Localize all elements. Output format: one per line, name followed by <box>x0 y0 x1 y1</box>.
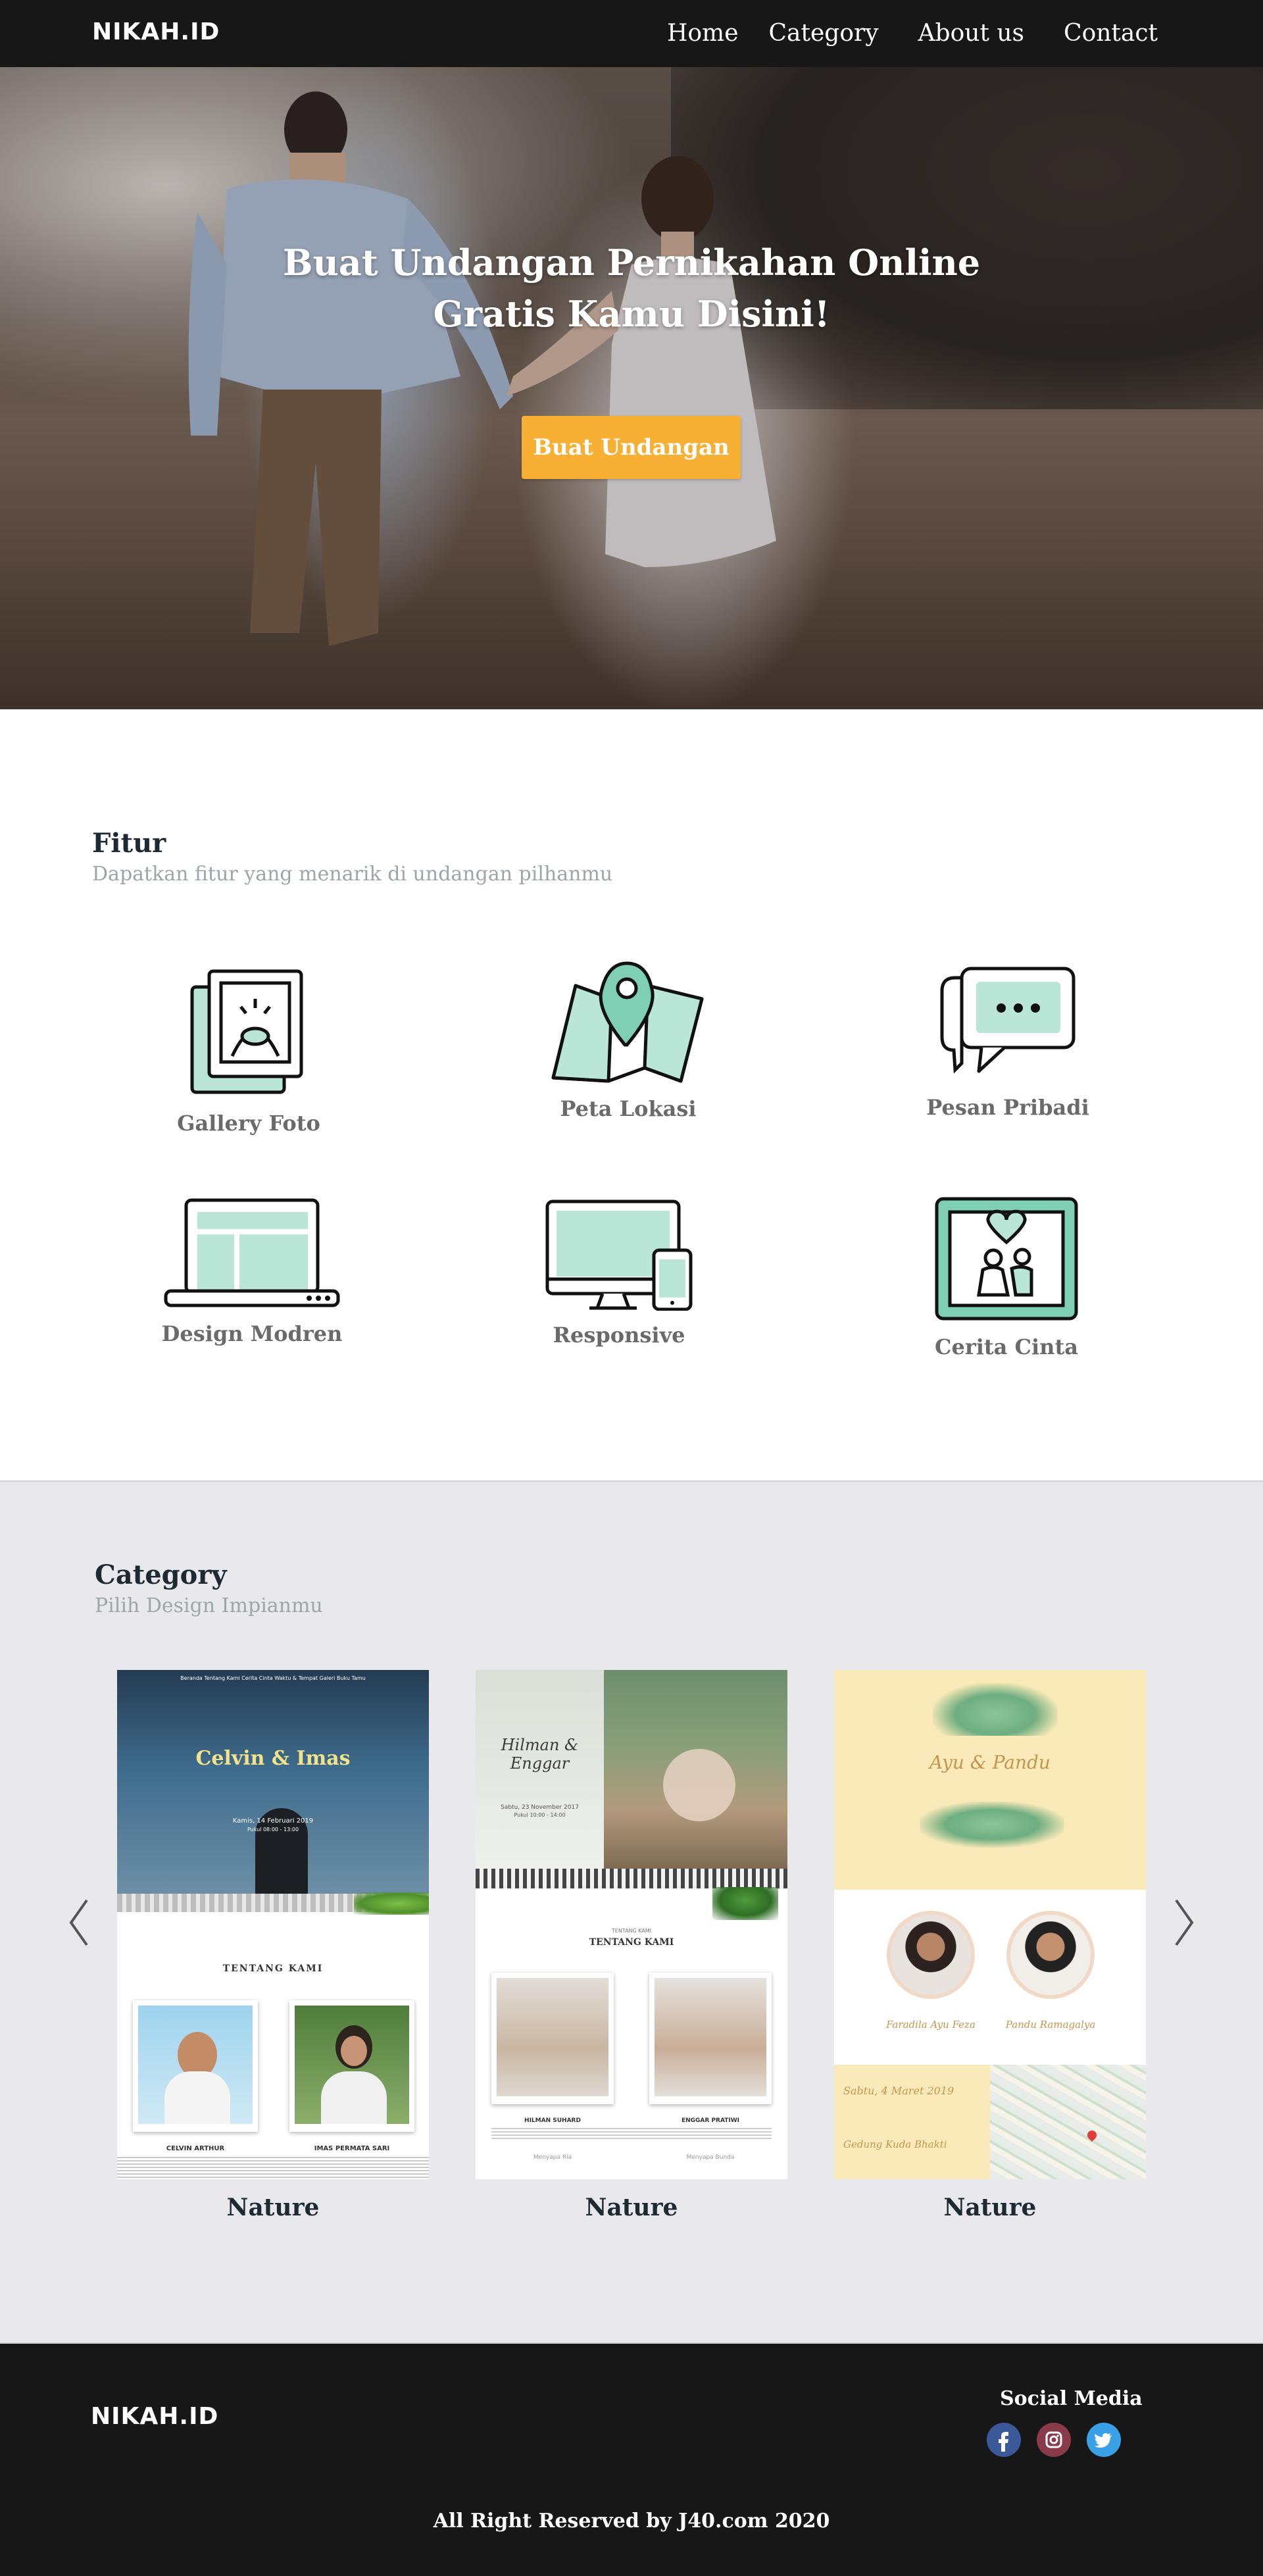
feature-cerita-cinta: Cerita Cinta <box>901 1196 1112 1359</box>
nav-links: Home Category About us Contact <box>637 20 1158 47</box>
preview-time: Pukul 10:00 - 14:00 <box>514 1812 566 1818</box>
twitter-icon[interactable] <box>1087 2423 1121 2457</box>
preview-nav: Beranda Tentang Kami Cerita Cinta Waktu … <box>180 1675 366 1681</box>
navbar: NIKAH.ID Home Category About us Contact <box>0 0 1263 67</box>
create-invitation-button[interactable]: Buat Undangan <box>522 416 741 479</box>
preview-photo-2 <box>1006 1911 1095 1999</box>
preview-person-2: IMAS PERMATA SARI <box>314 2145 390 2152</box>
fitur-subtitle: Dapatkan fitur yang menarik di undangan … <box>92 863 613 886</box>
preview-leaves-top <box>933 1683 1058 1736</box>
template-preview-2[interactable]: Hilman & Enggar Sabtu, 23 November 2017 … <box>476 1670 787 2179</box>
preview-person-2: ENGGAR PRATIWI <box>681 2117 740 2124</box>
social-icons <box>987 2423 1121 2457</box>
preview-social-2: Menyapa Bunda <box>686 2154 735 2161</box>
footer-brand-logo[interactable]: NIKAH.ID <box>91 2403 218 2430</box>
preview-time: Pukul 08:00 - 13:00 <box>247 1827 299 1832</box>
category-card-3[interactable]: Ayu & Pandu Faradila Ayu Feza Pandu Rama… <box>834 1670 1146 2221</box>
preview-leaves <box>354 1892 429 1915</box>
preview-couple-section <box>834 1890 1146 2065</box>
devices-responsive-icon <box>545 1200 693 1311</box>
nav-link-contact[interactable]: Contact <box>1064 20 1158 47</box>
social-media-title: Social Media <box>1000 2387 1143 2410</box>
category-card-label[interactable]: Nature <box>117 2194 429 2221</box>
preview-names: Celvin & Imas <box>195 1747 351 1770</box>
nav-link-home[interactable]: Home <box>667 20 739 47</box>
fitur-title: Fitur <box>92 828 166 859</box>
feature-label: Responsive <box>553 1323 685 1348</box>
preview-venue: Gedung Kuda Bhakti <box>843 2138 947 2150</box>
feature-responsive: Responsive <box>514 1199 724 1348</box>
feature-label: Gallery Foto <box>177 1111 320 1136</box>
hero-title-line2: Gratis Kamu Disini! <box>433 293 830 335</box>
hero-overlay <box>0 67 1263 709</box>
fitur-header: Fitur Dapatkan fitur yang menarik di und… <box>92 828 612 886</box>
chat-message-icon <box>940 967 1076 1074</box>
template-preview-1[interactable]: Beranda Tentang Kami Cerita Cinta Waktu … <box>117 1670 429 2179</box>
preview-date: Sabtu, 4 Maret 2019 <box>843 2084 954 2097</box>
category-title: Category <box>95 1559 227 1590</box>
preview-leaves <box>712 1887 778 1920</box>
preview-couple-photo <box>604 1670 787 1869</box>
preview-event-panel <box>834 2065 990 2179</box>
preview-body-text <box>491 2128 772 2141</box>
feature-label: Design Modren <box>161 1321 343 1346</box>
feature-design-modren: Design Modren <box>147 1198 357 1346</box>
hero-title: Buat Undangan Pernikahan Online Gratis K… <box>0 237 1263 340</box>
preview-map <box>990 2065 1146 2179</box>
feature-gallery-foto: Gallery Foto <box>143 967 354 1136</box>
carousel-prev-arrow-icon[interactable] <box>66 1896 92 1949</box>
preview-photo-1 <box>133 2000 258 2132</box>
preview-photo-2 <box>289 2000 414 2132</box>
brand-logo[interactable]: NIKAH.ID <box>92 18 220 45</box>
preview-divider <box>476 1869 787 1888</box>
preview-social-1: Menyapa Ria <box>533 2154 572 2161</box>
preview-person-1: HILMAN SUHARD <box>524 2117 581 2124</box>
facebook-icon[interactable] <box>987 2423 1021 2457</box>
footer: NIKAH.ID Social Media All Right Reserved… <box>0 2344 1263 2576</box>
preview-photo-1 <box>887 1911 975 1999</box>
preview-person-2: Pandu Ramagalya <box>1005 2019 1096 2031</box>
preview-date: Sabtu, 23 November 2017 <box>501 1804 579 1811</box>
preview-body-text <box>117 2157 429 2179</box>
hero-banner: Buat Undangan Pernikahan Online Gratis K… <box>0 67 1263 709</box>
nav-link-about[interactable]: About us <box>918 20 1024 47</box>
category-card-2[interactable]: Hilman & Enggar Sabtu, 23 November 2017 … <box>476 1670 787 2221</box>
preview-photo-2 <box>649 1973 772 2104</box>
laptop-design-icon <box>164 1198 340 1307</box>
preview-kicker: TENTANG KAMI <box>611 1928 652 1934</box>
preview-names: Hilman & Enggar <box>501 1736 579 1773</box>
instagram-icon[interactable] <box>1037 2423 1071 2457</box>
love-story-icon <box>935 1197 1078 1321</box>
feature-label: Pesan Pribadi <box>926 1095 1089 1120</box>
map-location-icon <box>551 961 704 1083</box>
preview-person-1: CELVIN ARTHUR <box>166 2145 225 2152</box>
feature-pesan-pribadi: Pesan Pribadi <box>903 965 1113 1120</box>
hero-title-line1: Buat Undangan Pernikahan Online <box>282 241 981 284</box>
category-card-1[interactable]: Beranda Tentang Kami Cerita Cinta Waktu … <box>117 1670 429 2221</box>
category-subtitle: Pilih Design Impianmu <box>95 1594 323 1617</box>
feature-label: Peta Lokasi <box>560 1096 697 1121</box>
category-card-label[interactable]: Nature <box>476 2194 787 2221</box>
preview-photo-1 <box>491 1973 614 2104</box>
category-header: Category Pilih Design Impianmu <box>95 1559 323 1617</box>
preview-leaves-bottom <box>920 1802 1064 1848</box>
preview-section-title: TENTANG KAMI <box>222 1963 324 1974</box>
copyright-text: All Right Reserved by J40.com 2020 <box>433 2510 830 2533</box>
preview-section-title: TENTANG KAMI <box>589 1937 674 1948</box>
gallery-photo-icon <box>190 969 303 1094</box>
category-card-label[interactable]: Nature <box>834 2194 1146 2221</box>
template-preview-3[interactable]: Ayu & Pandu Faradila Ayu Feza Pandu Rama… <box>834 1670 1146 2179</box>
feature-label: Cerita Cinta <box>935 1334 1078 1359</box>
feature-peta-lokasi: Peta Lokasi <box>523 959 733 1121</box>
category-section: Category Pilih Design Impianmu Beranda T… <box>0 1480 1263 2344</box>
nav-link-category[interactable]: Category <box>769 20 879 47</box>
carousel-next-arrow-icon[interactable] <box>1171 1896 1197 1949</box>
preview-date: Kamis, 14 Februari 2019 <box>232 1817 314 1825</box>
preview-names: Ayu & Pandu <box>929 1752 1051 1773</box>
